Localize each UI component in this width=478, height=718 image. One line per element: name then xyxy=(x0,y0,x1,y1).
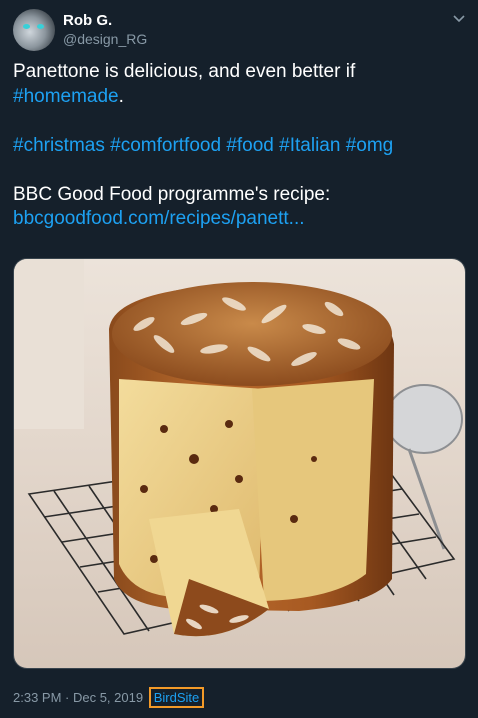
chevron-down-icon[interactable] xyxy=(450,10,468,28)
tweet-source[interactable]: BirdSite xyxy=(148,687,205,708)
tweet-meta: 2:33 PM · Dec 5, 2019 BirdSite xyxy=(13,687,205,708)
panettone-image xyxy=(14,259,465,668)
hashtag-italian[interactable]: #Italian xyxy=(279,135,340,156)
hashtag-comfortfood[interactable]: #comfortfood xyxy=(110,135,221,156)
hashtag-food[interactable]: #food xyxy=(226,135,274,156)
hashtag-christmas[interactable]: #christmas xyxy=(13,135,105,156)
recipe-label: BBC Good Food programme's recipe: xyxy=(13,183,331,205)
tweet-photo-panettone[interactable] xyxy=(13,258,466,669)
avatar-eye-left xyxy=(23,24,30,29)
hashtag-omg[interactable]: #omg xyxy=(346,135,394,156)
avatar-eye-right xyxy=(37,24,44,29)
hashtag-list: #christmas #comfortfood #food #Italian #… xyxy=(13,134,463,159)
avatar[interactable] xyxy=(13,9,55,51)
tweet-line-1: Panettone is delicious, and even better … xyxy=(13,61,356,82)
tweet-line-1-end: . xyxy=(118,85,124,107)
user-name[interactable]: Rob G. xyxy=(63,12,112,29)
tweet-header: Rob G. @design_RG xyxy=(13,9,468,53)
hashtag-homemade[interactable]: #homemade xyxy=(13,86,119,107)
tweet-timestamp[interactable]: 2:33 PM · Dec 5, 2019 xyxy=(13,690,143,705)
recipe-link[interactable]: bbcgoodfood.com/recipes/panett... xyxy=(13,207,463,232)
user-handle[interactable]: @design_RG xyxy=(63,31,147,47)
tweet-text: Panettone is delicious, and even better … xyxy=(13,60,463,232)
